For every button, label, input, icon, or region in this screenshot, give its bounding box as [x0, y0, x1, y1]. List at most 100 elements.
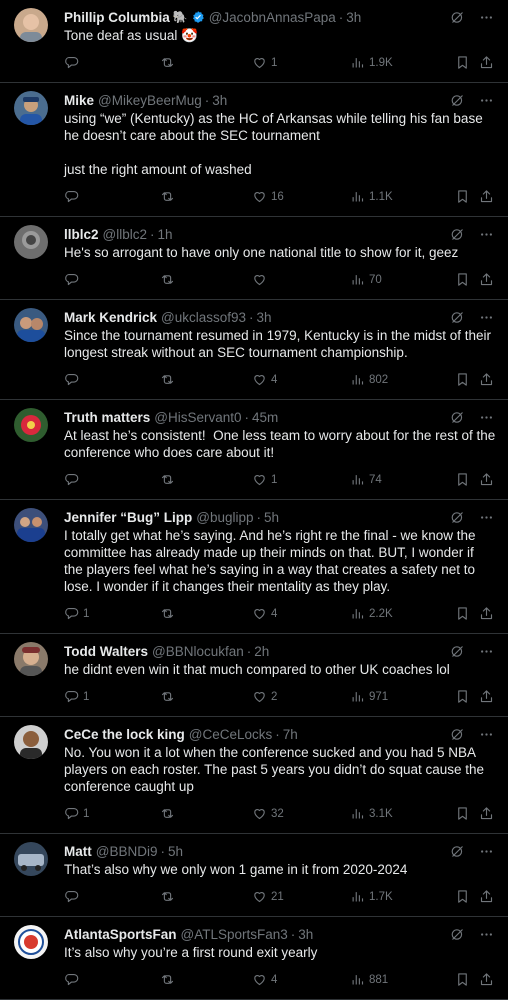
views-button[interactable]: 3.1K [350, 806, 393, 821]
share-button[interactable] [479, 606, 494, 621]
like-button[interactable]: 21 [252, 889, 284, 904]
like-button[interactable]: 2 [252, 689, 277, 704]
bookmark-button[interactable] [455, 372, 470, 387]
display-name[interactable]: Mike [64, 93, 94, 108]
bookmark-button[interactable] [455, 472, 470, 487]
share-button[interactable] [479, 55, 494, 70]
like-button[interactable]: 16 [252, 189, 284, 204]
bookmark-button[interactable] [455, 189, 470, 204]
tweet-9[interactable]: Matt @BBNDi9 · 5h That’s also why we onl… [0, 834, 508, 917]
views-button[interactable]: 70 [350, 272, 382, 287]
bookmark-button[interactable] [455, 272, 470, 287]
display-name[interactable]: Matt [64, 844, 92, 859]
tweet-4[interactable]: Mark Kendrick @ukclassof93 · 3h Since th… [0, 300, 508, 400]
share-button[interactable] [479, 972, 494, 987]
avatar[interactable] [14, 8, 48, 42]
like-button[interactable]: 4 [252, 972, 277, 987]
tweet-7[interactable]: Todd Walters @BBNlocukfan · 2h he didnt … [0, 634, 508, 717]
avatar[interactable] [14, 508, 48, 542]
avatar[interactable] [14, 308, 48, 342]
more-options-icon[interactable] [479, 93, 494, 108]
avatar[interactable] [14, 408, 48, 442]
bookmark-button[interactable] [455, 972, 470, 987]
grok-icon[interactable] [450, 727, 465, 742]
user-handle[interactable]: @llblc2 [103, 227, 147, 242]
views-button[interactable]: 1.1K [350, 189, 393, 204]
display-name[interactable]: Jennifer “Bug” Lipp [64, 510, 192, 525]
more-options-icon[interactable] [479, 727, 494, 742]
tweet-10[interactable]: AtlantaSportsFan @ATLSportsFan3 · 3h It’… [0, 917, 508, 1000]
grok-icon[interactable] [450, 510, 465, 525]
like-button[interactable]: 4 [252, 372, 277, 387]
timestamp[interactable]: 3h [298, 927, 313, 942]
user-handle[interactable]: @BBNlocukfan [152, 644, 244, 659]
views-button[interactable]: 971 [350, 689, 388, 704]
display-name[interactable]: Truth matters [64, 410, 150, 425]
share-button[interactable] [479, 889, 494, 904]
share-button[interactable] [479, 372, 494, 387]
more-options-icon[interactable] [479, 510, 494, 525]
display-name[interactable]: Phillip Columbia [64, 10, 170, 25]
reply-button[interactable] [64, 472, 83, 487]
timestamp[interactable]: 3h [212, 93, 227, 108]
timestamp[interactable]: 5h [264, 510, 279, 525]
tweet-6[interactable]: Jennifer “Bug” Lipp @buglipp · 5h I tota… [0, 500, 508, 634]
reply-button[interactable] [64, 189, 83, 204]
display-name[interactable]: Mark Kendrick [64, 310, 157, 325]
avatar[interactable] [14, 925, 48, 959]
like-button[interactable] [252, 272, 271, 287]
user-handle[interactable]: @CeCeLocks [189, 727, 273, 742]
repost-button[interactable] [160, 272, 179, 287]
bookmark-button[interactable] [455, 889, 470, 904]
share-button[interactable] [479, 806, 494, 821]
timestamp[interactable]: 7h [283, 727, 298, 742]
reply-button[interactable] [64, 972, 83, 987]
user-handle[interactable]: @buglipp [196, 510, 253, 525]
timestamp[interactable]: 3h [257, 310, 272, 325]
user-handle[interactable]: @JacobnAnnasPapa [209, 10, 336, 25]
more-options-icon[interactable] [479, 644, 494, 659]
reply-button[interactable]: 1 [64, 689, 89, 704]
bookmark-button[interactable] [455, 606, 470, 621]
display-name[interactable]: CeCe the lock king [64, 727, 185, 742]
display-name[interactable]: AtlantaSportsFan [64, 927, 177, 942]
more-options-icon[interactable] [479, 927, 494, 942]
timestamp[interactable]: 3h [346, 10, 361, 25]
share-button[interactable] [479, 272, 494, 287]
reply-button[interactable] [64, 889, 83, 904]
reply-button[interactable]: 1 [64, 806, 89, 821]
user-handle[interactable]: @MikeyBeerMug [98, 93, 202, 108]
timestamp[interactable]: 45m [252, 410, 278, 425]
views-button[interactable]: 881 [350, 972, 388, 987]
bookmark-button[interactable] [455, 689, 470, 704]
avatar[interactable] [14, 725, 48, 759]
repost-button[interactable] [160, 189, 179, 204]
user-handle[interactable]: @ATLSportsFan3 [181, 927, 288, 942]
timestamp[interactable]: 2h [254, 644, 269, 659]
repost-button[interactable] [160, 472, 179, 487]
like-button[interactable]: 32 [252, 806, 284, 821]
more-options-icon[interactable] [479, 310, 494, 325]
grok-icon[interactable] [450, 410, 465, 425]
grok-icon[interactable] [450, 844, 465, 859]
repost-button[interactable] [160, 806, 179, 821]
bookmark-button[interactable] [455, 806, 470, 821]
avatar[interactable] [14, 842, 48, 876]
avatar[interactable] [14, 225, 48, 259]
tweet-3[interactable]: llblc2 @llblc2 · 1h He's so arrogant to … [0, 217, 508, 300]
grok-icon[interactable] [450, 10, 465, 25]
tweet-8[interactable]: CeCe the lock king @CeCeLocks · 7h No. Y… [0, 717, 508, 834]
views-button[interactable]: 74 [350, 472, 382, 487]
display-name[interactable]: llblc2 [64, 227, 99, 242]
tweet-2[interactable]: Mike @MikeyBeerMug · 3h using “we” (Kent… [0, 83, 508, 217]
more-options-icon[interactable] [479, 10, 494, 25]
repost-button[interactable] [160, 55, 179, 70]
tweet-1[interactable]: Phillip Columbia 🐘 @JacobnAnnasPapa · 3h… [0, 0, 508, 83]
more-options-icon[interactable] [479, 844, 494, 859]
reply-button[interactable]: 1 [64, 606, 89, 621]
repost-button[interactable] [160, 889, 179, 904]
views-button[interactable]: 802 [350, 372, 388, 387]
share-button[interactable] [479, 689, 494, 704]
bookmark-button[interactable] [455, 55, 470, 70]
tweet-5[interactable]: Truth matters @HisServant0 · 45m At leas… [0, 400, 508, 500]
